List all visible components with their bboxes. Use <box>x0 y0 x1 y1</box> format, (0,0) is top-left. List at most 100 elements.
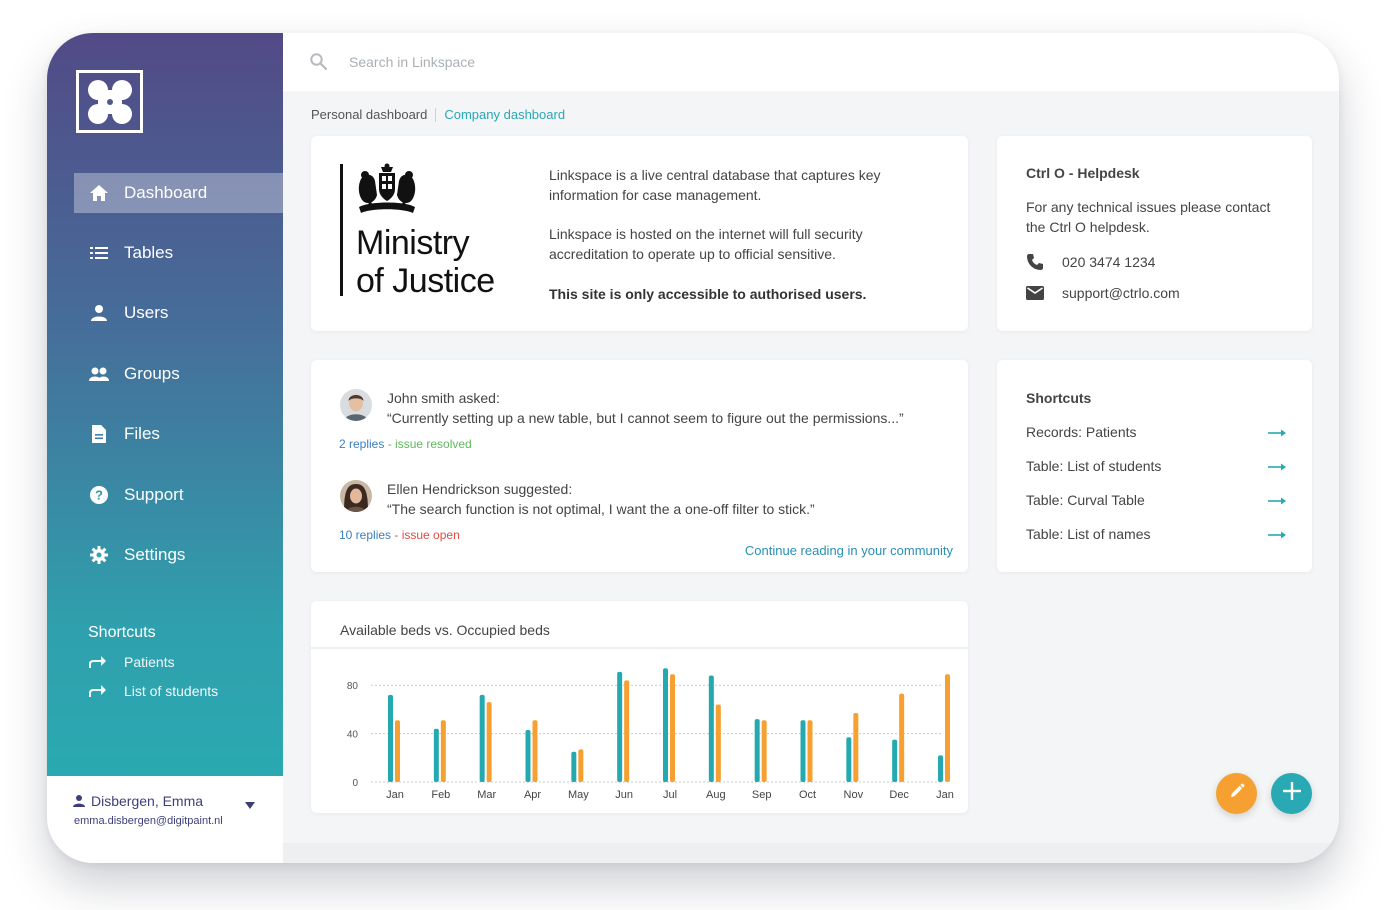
helpdesk-phone-text: 020 3474 1234 <box>1062 254 1156 270</box>
sidebar-item-label: Groups <box>124 364 180 383</box>
sidebar: Dashboard Tables Users Groups Files ? Su… <box>47 33 283 776</box>
bar <box>479 694 485 782</box>
bar <box>525 729 531 782</box>
bar <box>617 671 623 782</box>
info-card: Ministry of Justice Linkspace is a live … <box>311 136 968 331</box>
x-tick-label: Apr <box>524 789 541 801</box>
home-icon <box>89 183 109 203</box>
sidebar-item-files[interactable]: Files <box>74 414 283 454</box>
sidebar-item-support[interactable]: ? Support <box>74 475 283 515</box>
tab-company-dashboard[interactable]: Company dashboard <box>444 107 565 122</box>
post-replies[interactable]: 2 replies <box>339 437 384 451</box>
info-paragraph-2: Linkspace is hosted on the internet will… <box>549 226 863 262</box>
post-author: Ellen Hendrickson suggested: <box>387 481 573 497</box>
status-badge: - issue resolved <box>384 437 472 451</box>
moj-logo-bar <box>340 164 343 296</box>
x-tick-label: Oct <box>799 789 816 801</box>
x-tick-label: Feb <box>431 789 450 801</box>
shortcuts-title: Shortcuts <box>1026 390 1092 406</box>
shortcut-label: Table: List of students <box>1026 458 1162 474</box>
user-email: emma.disbergen@digitpaint.nl <box>74 815 223 827</box>
bar <box>938 755 943 782</box>
bar <box>433 728 439 782</box>
post-replies[interactable]: 10 replies <box>339 528 391 542</box>
arrow-right-icon <box>1268 458 1286 474</box>
shortcut-list-of-names[interactable]: Table: List of names <box>1026 526 1286 542</box>
sidebar-item-tables[interactable]: Tables <box>74 233 283 273</box>
arrow-right-icon <box>1268 526 1286 542</box>
info-paragraph-3: This site is only accessible to authoris… <box>549 286 867 302</box>
post-text[interactable]: “Currently setting up a new table, but I… <box>387 410 904 426</box>
post-text[interactable]: “The search function is not optimal, I w… <box>387 501 815 517</box>
bar <box>761 720 767 782</box>
bar <box>800 720 806 782</box>
edit-button[interactable] <box>1216 773 1257 814</box>
shortcuts-card: Shortcuts Records: Patients Table: List … <box>997 360 1312 572</box>
phone-icon <box>1026 253 1048 271</box>
linkspace-logo[interactable] <box>76 70 143 133</box>
svg-text:?: ? <box>95 488 103 503</box>
sidebar-item-dashboard[interactable]: Dashboard <box>74 173 283 213</box>
helpdesk-email-text: support@ctrlo.com <box>1062 285 1180 301</box>
x-tick-label: Jan <box>386 789 404 801</box>
bar <box>899 693 905 782</box>
bar <box>853 713 859 782</box>
add-button[interactable] <box>1271 773 1312 814</box>
caret-down-icon[interactable] <box>245 796 255 814</box>
tab-personal-dashboard[interactable]: Personal dashboard <box>311 107 427 122</box>
arrow-right-icon <box>1268 492 1286 508</box>
sidebar-item-users[interactable]: Users <box>74 293 283 333</box>
bar <box>715 704 721 782</box>
bar <box>388 694 393 782</box>
sidebar-item-label: Files <box>124 424 160 443</box>
sidebar-item-label: Support <box>124 485 184 504</box>
x-tick-label: Mar <box>477 789 496 801</box>
x-tick-label: May <box>568 789 589 801</box>
sidebar-item-settings[interactable]: Settings <box>74 535 283 575</box>
bar <box>754 719 760 782</box>
helpdesk-email[interactable]: support@ctrlo.com <box>1026 285 1180 301</box>
shortcut-label: Table: Curval Table <box>1026 492 1145 508</box>
app-window: Dashboard Tables Users Groups Files ? Su… <box>47 33 1339 863</box>
continue-reading-link[interactable]: Continue reading in your community <box>745 543 953 558</box>
bar <box>945 674 950 782</box>
x-tick-label: Nov <box>844 789 864 801</box>
post-meta[interactable]: 2 replies - issue resolved <box>339 437 472 451</box>
user-menu[interactable]: Disbergen, Emma emma.disbergen@digitpain… <box>47 776 283 863</box>
search-input[interactable] <box>349 50 849 74</box>
helpdesk-title: Ctrl O - Helpdesk <box>1026 165 1140 181</box>
beds-bar-chart: 0 40 80 Jan Feb Mar Apr May Jun Jul Aug Sep Oct Nov De… <box>347 668 954 801</box>
breadcrumb: Personal dashboard Company dashboard <box>311 107 565 122</box>
bar <box>807 720 813 782</box>
moj-logo-text: Ministry of Justice <box>356 224 495 300</box>
bar <box>892 739 898 782</box>
helpdesk-phone[interactable]: 020 3474 1234 <box>1026 253 1155 271</box>
mail-icon <box>1026 286 1048 300</box>
y-tick-label: 80 <box>347 681 359 692</box>
beds-chart-card: Available beds vs. Occupied beds 0 40 80 Ja… <box>311 601 968 813</box>
post-meta[interactable]: 10 replies - issue open <box>339 528 460 542</box>
sidebar-shortcut-patients[interactable]: Patients <box>88 654 175 670</box>
share-arrow-icon <box>88 656 108 668</box>
bar <box>486 702 492 782</box>
sidebar-shortcut-list-of-students[interactable]: List of students <box>88 683 218 699</box>
share-arrow-icon <box>88 685 108 697</box>
group-icon <box>89 364 109 384</box>
bar <box>440 720 446 782</box>
post-author: John smith asked: <box>387 390 500 406</box>
user-icon <box>73 795 85 807</box>
gear-icon <box>89 545 109 565</box>
community-card: John smith asked: “Currently setting up … <box>311 360 968 572</box>
sidebar-item-groups[interactable]: Groups <box>74 354 283 394</box>
shortcut-records-patients[interactable]: Records: Patients <box>1026 424 1286 440</box>
top-bar <box>283 33 1339 91</box>
moj-logo-line1: Ministry <box>356 224 470 262</box>
bar <box>624 680 630 782</box>
bottom-strip <box>283 843 1339 863</box>
bar <box>846 737 852 782</box>
y-tick-label: 0 <box>352 778 358 789</box>
shortcut-curval-table[interactable]: Table: Curval Table <box>1026 492 1286 508</box>
status-badge: - issue open <box>391 528 460 542</box>
shortcut-list-of-students[interactable]: Table: List of students <box>1026 458 1286 474</box>
info-paragraph-1: Linkspace is a live central database tha… <box>549 167 881 203</box>
